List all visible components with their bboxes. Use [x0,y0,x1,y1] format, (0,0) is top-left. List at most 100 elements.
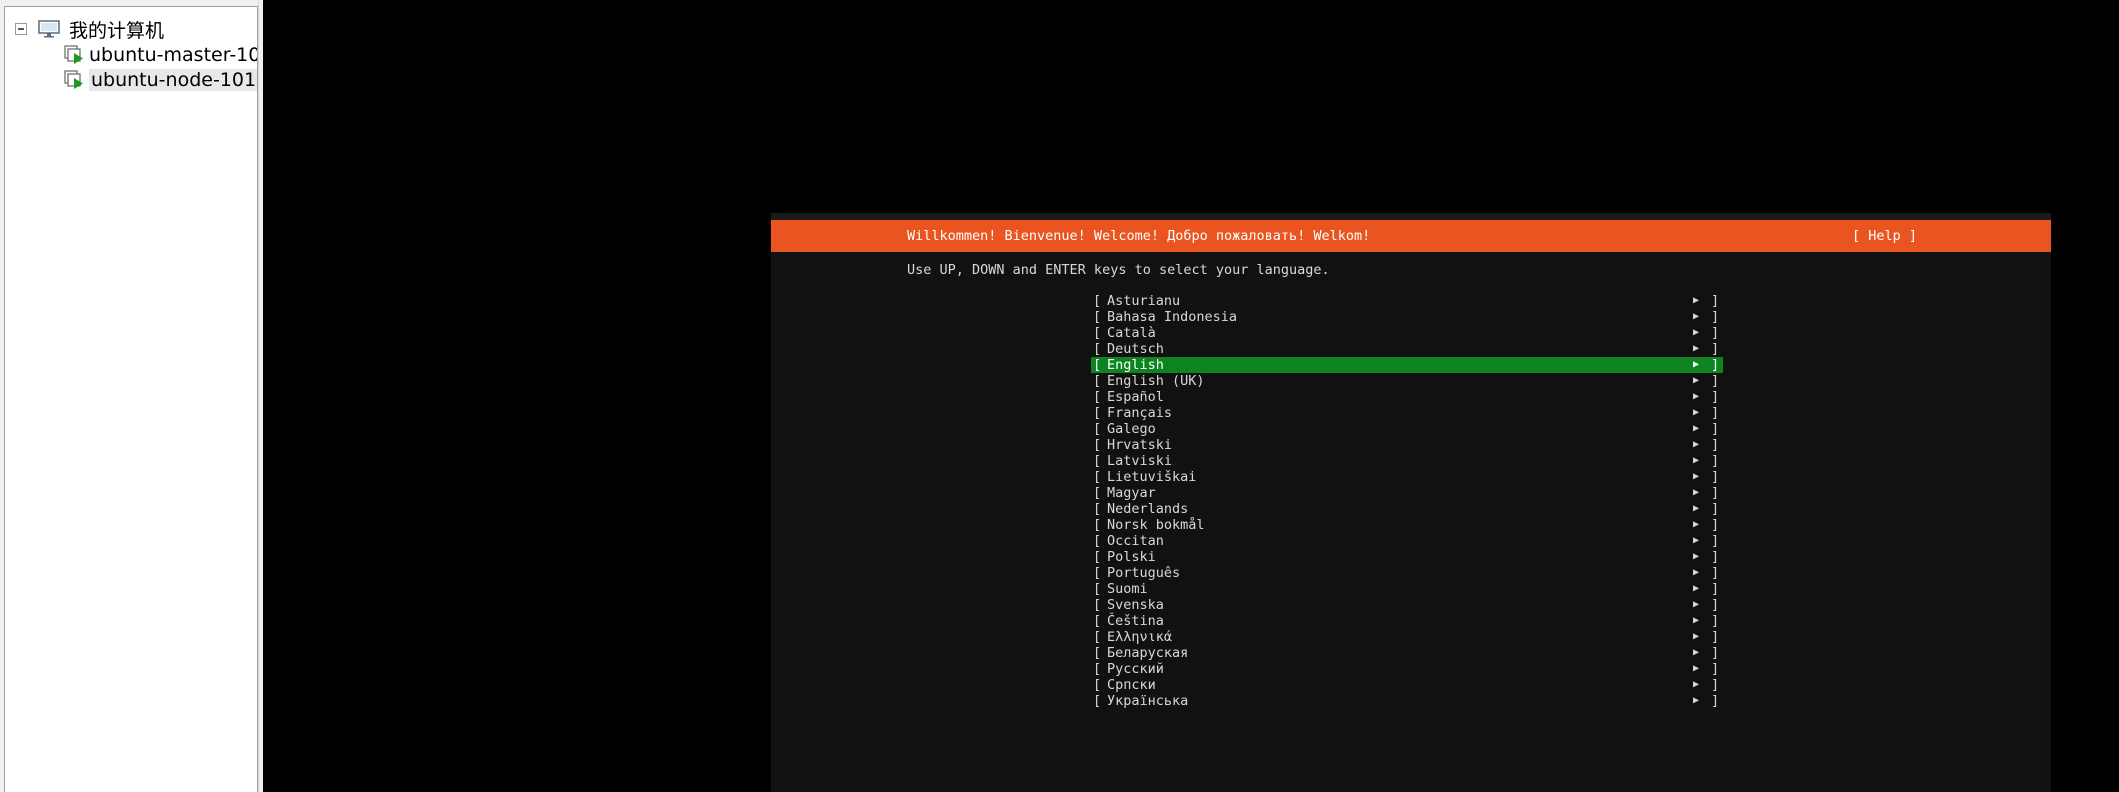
arrow-right-icon: ▶ [1693,407,1700,418]
language-option[interactable]: [Українська ▶] [1091,693,1723,709]
language-option[interactable]: [Norsk bokmål ▶] [1091,517,1723,533]
language-name: Deutsch [1107,341,1164,357]
language-option[interactable]: [English (UK) ▶] [1091,373,1723,389]
installer-header-bar: Willkommen! Bienvenue! Welcome! Добро по… [771,220,2051,252]
language-name: Lietuviškai [1107,469,1197,485]
language-option[interactable]: [Беларуская ▶] [1091,645,1723,661]
language-name: Nederlands [1107,501,1189,517]
language-option[interactable]: [Hrvatski ▶] [1091,437,1723,453]
language-name: Occitan [1107,533,1164,549]
vm-tree-panel: 我的计算机 ubuntu-master-100 ubuntu-node-101 [0,0,263,792]
bracket-right: ] [1711,485,1720,501]
installer-instruction: Use UP, DOWN and ENTER keys to select yo… [907,262,1330,278]
language-name: Čeština [1107,613,1164,629]
language-option[interactable]: [Српски ▶] [1091,677,1723,693]
bracket-right: ] [1711,421,1720,437]
tree-item-ubuntu-node[interactable]: ubuntu-node-101 [63,68,257,92]
language-option[interactable]: [Ελληνικά ▶] [1091,629,1723,645]
arrow-right-icon: ▶ [1693,599,1700,610]
bracket-left: [ [1093,693,1102,709]
language-option[interactable]: [Català ▶] [1091,325,1723,341]
vm-console-screen[interactable]: Willkommen! Bienvenue! Welcome! Добро по… [771,213,2051,792]
bracket-right: ] [1711,645,1720,661]
language-option[interactable]: [Nederlands ▶] [1091,501,1723,517]
language-option[interactable]: [Galego ▶] [1091,421,1723,437]
installer-header-title: Willkommen! Bienvenue! Welcome! Добро по… [907,228,1371,244]
bracket-right: ] [1711,453,1720,469]
language-name: Русский [1107,661,1164,677]
panel-splitter[interactable] [258,0,263,792]
bracket-left: [ [1093,325,1102,341]
collapse-icon[interactable] [15,23,27,35]
arrow-right-icon: ▶ [1693,327,1700,338]
bracket-left: [ [1093,549,1102,565]
language-name: Català [1107,325,1156,341]
language-name: Asturianu [1107,293,1181,309]
language-option[interactable]: [Čeština ▶] [1091,613,1723,629]
arrow-right-icon: ▶ [1693,471,1700,482]
tree-item-label: ubuntu-master-100 [89,44,258,66]
bracket-left: [ [1093,661,1102,677]
bracket-right: ] [1711,341,1720,357]
bracket-right: ] [1711,533,1720,549]
arrow-right-icon: ▶ [1693,695,1700,706]
bracket-right: ] [1711,597,1720,613]
language-option[interactable]: [ Svenska ▶] [1091,597,1723,613]
bracket-left: [ [1093,501,1102,517]
language-option[interactable]: [Русский ▶] [1091,661,1723,677]
tree-root-my-computer[interactable]: 我的计算机 [15,17,164,42]
arrow-right-icon: ▶ [1693,647,1700,658]
language-option[interactable]: [Occitan ▶] [1091,533,1723,549]
bracket-left: [ [1093,437,1102,453]
language-name: Latviski [1107,453,1173,469]
language-option[interactable]: [Español ▶] [1091,389,1723,405]
language-name: Српски [1107,677,1156,693]
bracket-left: [ [1093,485,1102,501]
bracket-right: ] [1711,677,1720,693]
language-option[interactable]: [Deutsch ▶] [1091,341,1723,357]
language-option[interactable]: [Asturianu ▶] [1091,293,1723,309]
bracket-left: [ [1093,389,1102,405]
language-name: Українська [1107,693,1189,709]
language-option[interactable]: [English ▶] [1091,357,1723,373]
language-option[interactable]: [Português ▶] [1091,565,1723,581]
bracket-right: ] [1711,501,1720,517]
bracket-left: [ [1093,533,1102,549]
language-option[interactable]: [Suomi ▶] [1091,581,1723,597]
arrow-right-icon: ▶ [1693,311,1700,322]
arrow-right-icon: ▶ [1693,423,1700,434]
language-option[interactable]: [ Magyar ▶] [1091,485,1723,501]
language-option[interactable]: [Polski ▶] [1091,549,1723,565]
bracket-left: [ [1093,517,1102,533]
arrow-right-icon: ▶ [1693,455,1700,466]
arrow-right-icon: ▶ [1693,487,1700,498]
bracket-left: [ [1093,453,1102,469]
bracket-left: [ [1093,469,1102,485]
language-name: Galego [1107,421,1156,437]
arrow-right-icon: ▶ [1693,631,1700,642]
language-name: Español [1107,389,1164,405]
bracket-right: ] [1711,549,1720,565]
bracket-right: ] [1711,661,1720,677]
language-option[interactable]: [ Latviski ▶] [1091,453,1723,469]
arrow-right-icon: ▶ [1693,295,1700,306]
bracket-left: [ [1093,581,1102,597]
language-name: English [1107,357,1164,373]
bracket-left: [ [1093,597,1102,613]
language-name: Svenska [1107,597,1164,613]
language-option[interactable]: [Lietuviškai ▶] [1091,469,1723,485]
arrow-right-icon: ▶ [1693,343,1700,354]
language-option[interactable]: [Bahasa Indonesia ▶] [1091,309,1723,325]
bracket-right: ] [1711,357,1720,373]
language-option[interactable]: [Français ▶] [1091,405,1723,421]
arrow-right-icon: ▶ [1693,615,1700,626]
bracket-right: ] [1711,405,1720,421]
help-button[interactable]: [ Help ] [1852,228,1917,244]
bracket-left: [ [1093,645,1102,661]
tree-item-label: ubuntu-node-101 [89,69,257,91]
arrow-right-icon: ▶ [1693,359,1700,370]
language-name: Magyar [1107,485,1156,501]
arrow-right-icon: ▶ [1693,567,1700,578]
language-name: Português [1107,565,1181,581]
tree-item-ubuntu-master[interactable]: ubuntu-master-100 [63,43,258,67]
